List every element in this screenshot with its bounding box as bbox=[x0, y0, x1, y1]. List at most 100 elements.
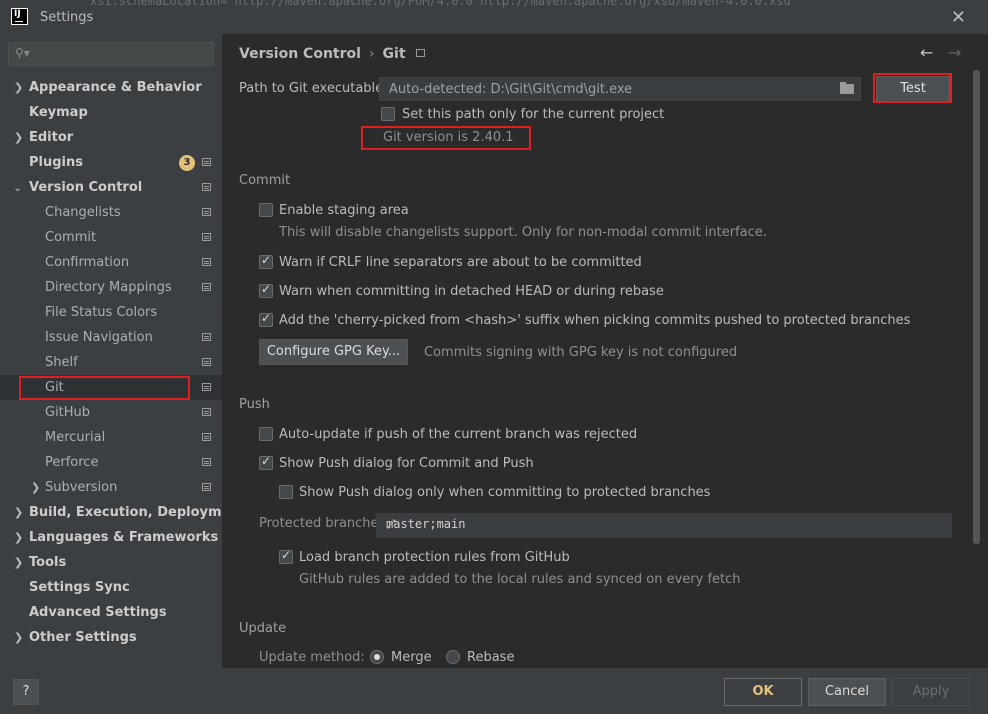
merge-radio[interactable] bbox=[370, 650, 384, 664]
chevron-right-icon: ❯ bbox=[14, 531, 24, 544]
breadcrumb-current: Git bbox=[382, 46, 406, 62]
staging-area-label: Enable staging area bbox=[279, 203, 409, 218]
project-level-icon bbox=[415, 49, 425, 57]
update-method-label: Update method: bbox=[259, 650, 365, 665]
project-only-label: Set this path only for the current proje… bbox=[402, 107, 665, 122]
project-level-icon bbox=[202, 258, 211, 266]
sidebar-item-languages[interactable]: ❯ Languages & Frameworks bbox=[0, 525, 222, 550]
detached-head-checkbox[interactable] bbox=[259, 282, 273, 298]
staging-area-hint: This will disable changelists support. O… bbox=[279, 225, 767, 240]
sidebar-item-build[interactable]: ❯ Build, Execution, Deployment bbox=[0, 500, 246, 525]
project-level-icon bbox=[202, 383, 211, 391]
show-push-dialog-checkbox[interactable] bbox=[259, 454, 273, 470]
sidebar-item-mercurial[interactable]: Mercurial bbox=[0, 425, 222, 450]
sidebar-item-appearance[interactable]: ❯ Appearance & Behavior bbox=[0, 75, 222, 100]
dialog-footer: ? OK Cancel Apply bbox=[0, 668, 988, 714]
crlf-warning-label: Warn if CRLF line separators are about t… bbox=[279, 255, 642, 270]
sidebar-item-settings-sync[interactable]: Settings Sync bbox=[0, 575, 222, 600]
chevron-right-icon: ❯ bbox=[14, 631, 24, 644]
sidebar-item-advanced-settings[interactable]: Advanced Settings bbox=[0, 600, 222, 625]
update-section-title: Update bbox=[239, 621, 287, 636]
project-level-icon bbox=[202, 233, 211, 241]
protected-branches-input[interactable]: master;main ⤢ bbox=[376, 513, 952, 538]
load-rules-hint: GitHub rules are added to the local rule… bbox=[299, 572, 741, 587]
chevron-right-icon: ❯ bbox=[14, 506, 24, 519]
chevron-down-icon: ⌄ bbox=[13, 181, 23, 194]
sidebar-item-shelf[interactable]: Shelf bbox=[0, 350, 222, 375]
help-button[interactable]: ? bbox=[13, 679, 39, 705]
breadcrumb-separator: › bbox=[368, 46, 375, 62]
project-level-icon bbox=[202, 208, 211, 216]
test-button[interactable]: Test bbox=[876, 76, 950, 102]
project-level-icon bbox=[202, 408, 211, 416]
show-push-dialog-label: Show Push dialog for Commit and Push bbox=[279, 456, 534, 471]
load-rules-checkbox[interactable] bbox=[279, 548, 293, 564]
project-level-icon bbox=[202, 283, 211, 291]
ok-button[interactable]: OK bbox=[724, 678, 802, 706]
chevron-right-icon: ❯ bbox=[14, 131, 24, 144]
expand-icon[interactable]: ⤢ bbox=[386, 517, 945, 532]
commit-section-title: Commit bbox=[239, 173, 291, 188]
staging-area-checkbox[interactable] bbox=[259, 203, 273, 217]
rebase-label: Rebase bbox=[467, 650, 515, 665]
chevron-right-icon: ❯ bbox=[14, 81, 24, 94]
sidebar-item-github[interactable]: GitHub bbox=[0, 400, 222, 425]
git-path-value: Auto-detected: D:\Git\Git\cmd\git.exe bbox=[389, 82, 633, 97]
apply-button[interactable]: Apply bbox=[892, 678, 970, 706]
title-bar: xsi:schemaLocation="http://maven.apache.… bbox=[0, 0, 988, 34]
project-level-icon bbox=[202, 358, 211, 366]
git-path-label: Path to Git executable: bbox=[239, 81, 388, 96]
git-version-text: Git version is 2.40.1 bbox=[383, 130, 514, 145]
project-level-icon bbox=[202, 433, 211, 441]
sidebar-item-tools[interactable]: ❯ Tools bbox=[0, 550, 222, 575]
project-level-icon bbox=[202, 483, 211, 491]
background-editor-text: xsi:schemaLocation="http://maven.apache.… bbox=[90, 0, 799, 8]
cancel-button[interactable]: Cancel bbox=[808, 678, 886, 706]
auto-update-label: Auto-update if push of the current branc… bbox=[279, 427, 638, 442]
close-icon[interactable]: ✕ bbox=[951, 7, 966, 28]
plugins-update-badge: 3 bbox=[179, 155, 195, 171]
auto-update-checkbox[interactable] bbox=[259, 427, 273, 441]
sidebar-item-version-control[interactable]: ⌄ Version Control bbox=[0, 175, 222, 200]
breadcrumb: Version Control › Git bbox=[239, 46, 425, 62]
project-level-icon bbox=[202, 333, 211, 341]
protected-only-checkbox[interactable] bbox=[279, 485, 293, 499]
load-rules-label: Load branch protection rules from GitHub bbox=[299, 550, 570, 565]
protected-only-label: Show Push dialog only when committing to… bbox=[299, 485, 711, 500]
breadcrumb-parent[interactable]: Version Control bbox=[239, 46, 361, 62]
push-section-title: Push bbox=[239, 397, 270, 412]
forward-arrow-icon[interactable]: → bbox=[948, 43, 961, 62]
sidebar-item-file-status-colors[interactable]: File Status Colors bbox=[0, 300, 222, 325]
vertical-scrollbar[interactable] bbox=[973, 70, 980, 544]
merge-label: Merge bbox=[391, 650, 432, 665]
protected-branches-label: Protected branches: bbox=[259, 516, 390, 531]
sidebar-item-keymap[interactable]: Keymap bbox=[0, 100, 222, 125]
sidebar-item-editor[interactable]: ❯ Editor bbox=[0, 125, 222, 150]
chevron-right-icon: ❯ bbox=[31, 481, 41, 494]
search-icon: ⚲▾ bbox=[15, 46, 30, 60]
git-path-field[interactable]: Auto-detected: D:\Git\Git\cmd\git.exe bbox=[379, 77, 861, 101]
sidebar-item-git[interactable]: Git bbox=[0, 375, 222, 400]
settings-sidebar: ⚲▾ ❯ Appearance & Behavior Keymap ❯ Edit… bbox=[0, 34, 246, 668]
search-input[interactable]: ⚲▾ bbox=[8, 42, 214, 66]
gpg-hint: Commits signing with GPG key is not conf… bbox=[424, 345, 738, 360]
folder-icon[interactable] bbox=[840, 82, 854, 94]
intellij-logo-icon: IJ bbox=[11, 8, 28, 25]
chevron-right-icon: ❯ bbox=[14, 556, 24, 569]
configure-gpg-button[interactable]: Configure GPG Key... bbox=[259, 339, 408, 365]
project-level-icon bbox=[202, 183, 211, 191]
sidebar-item-perforce[interactable]: Perforce bbox=[0, 450, 222, 475]
rebase-radio[interactable] bbox=[446, 650, 460, 664]
sidebar-item-directory-mappings[interactable]: Directory Mappings bbox=[0, 275, 222, 300]
cherry-picked-checkbox[interactable] bbox=[259, 311, 273, 327]
back-arrow-icon[interactable]: ← bbox=[920, 43, 933, 62]
sidebar-item-changelists[interactable]: Changelists bbox=[0, 200, 222, 225]
sidebar-item-subversion[interactable]: ❯ Subversion bbox=[0, 475, 222, 500]
sidebar-item-issue-navigation[interactable]: Issue Navigation bbox=[0, 325, 222, 350]
sidebar-item-other-settings[interactable]: ❯ Other Settings bbox=[0, 625, 222, 650]
crlf-warning-checkbox[interactable] bbox=[259, 253, 273, 269]
sidebar-item-confirmation[interactable]: Confirmation bbox=[0, 250, 222, 275]
project-only-checkbox[interactable] bbox=[381, 107, 395, 121]
sidebar-item-plugins[interactable]: Plugins 3 bbox=[0, 150, 222, 175]
sidebar-item-commit[interactable]: Commit bbox=[0, 225, 222, 250]
